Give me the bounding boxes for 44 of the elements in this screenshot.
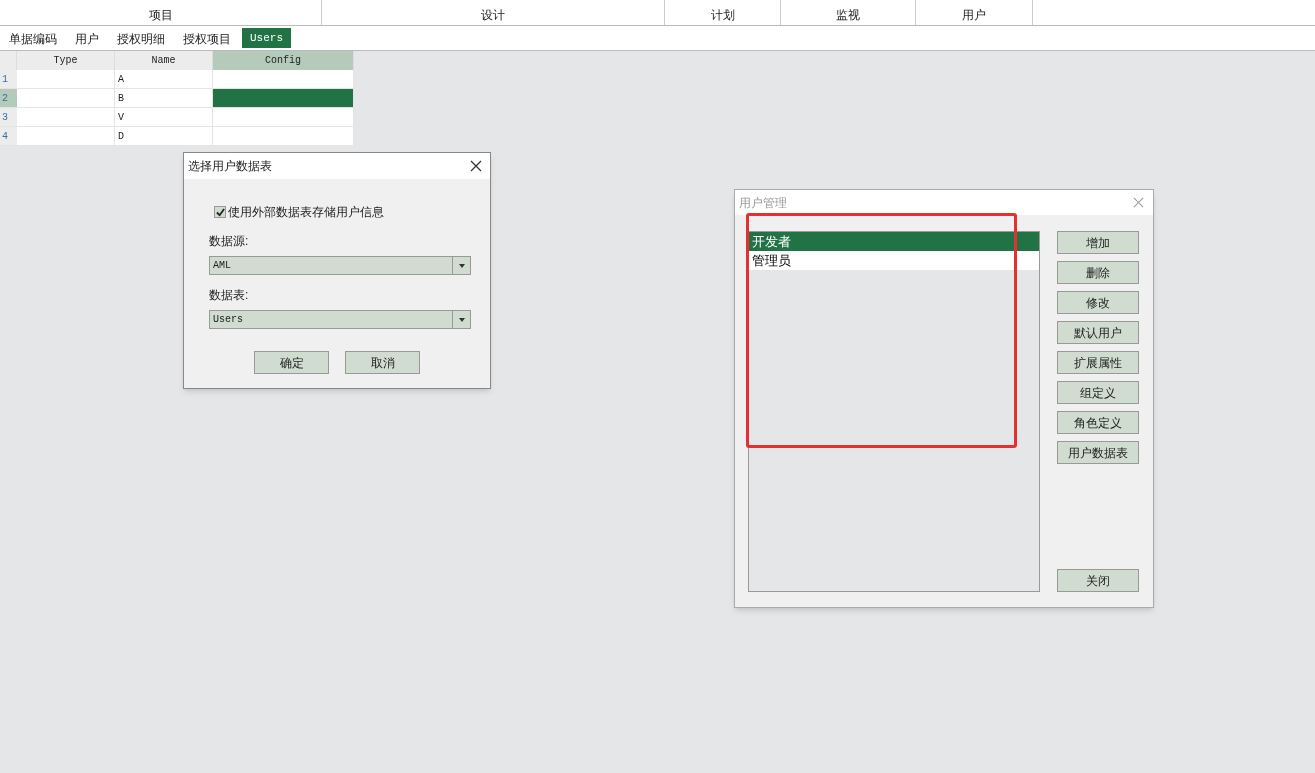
ribbon-group-label: 监视 [836,7,860,24]
action-button[interactable]: 组定义 [1057,381,1139,404]
dropdown[interactable]: AML [209,256,471,275]
action-button[interactable]: 删除 [1057,261,1139,284]
checkbox-label: 使用外部数据表存储用户信息 [228,204,384,221]
caret-icon [458,263,465,268]
action-button[interactable]: 默认用户 [1057,321,1139,344]
user-list-item[interactable]: 管理员 [749,251,1039,270]
dialog-title: 用户管理 [739,194,787,212]
ribbon-group-label: 计划 [710,7,735,24]
ribbon-group-label: 项目 [148,7,173,24]
ribbon-group-label: 设计 [481,7,505,24]
dropdown[interactable]: Users [209,310,471,329]
action-button[interactable]: 扩展属性 [1057,351,1139,374]
tab[interactable]: 授权项目 [174,28,240,50]
column-header[interactable]: Config [213,51,354,70]
row-number[interactable]: 1 [0,70,17,88]
table-cell: V [115,108,213,126]
dialog-button[interactable]: 取消 [345,351,420,374]
column-header[interactable]: Name [115,51,213,70]
row-number[interactable]: 3 [0,108,17,126]
caret-icon [458,317,465,322]
close-icon[interactable] [470,160,482,172]
action-button[interactable]: 修改 [1057,291,1139,314]
field-label: 数据表: [209,287,249,304]
tab[interactable]: 单据编码 [0,28,66,50]
dialog-button[interactable]: 确定 [254,351,329,374]
tab[interactable]: Users [242,28,291,50]
tab[interactable]: 授权明细 [108,28,174,50]
ribbon-group-label: 用户 [962,7,986,24]
field-label: 数据源: [209,233,249,250]
close-button[interactable]: 关闭 [1057,569,1139,592]
table-cell: A [115,70,213,88]
column-header[interactable]: Type [17,51,115,70]
row-number[interactable]: 4 [0,127,17,145]
action-button[interactable]: 增加 [1057,231,1139,254]
dialog-title: 选择用户数据表 [188,158,272,175]
table-cell: D [115,127,213,145]
action-button[interactable]: 用户数据表 [1057,441,1139,464]
user-list-item[interactable]: 开发者 [749,232,1039,251]
checkbox[interactable] [214,206,226,218]
tab[interactable]: 用户 [66,28,108,50]
table-cell: B [115,89,213,107]
action-button[interactable]: 角色定义 [1057,411,1139,434]
